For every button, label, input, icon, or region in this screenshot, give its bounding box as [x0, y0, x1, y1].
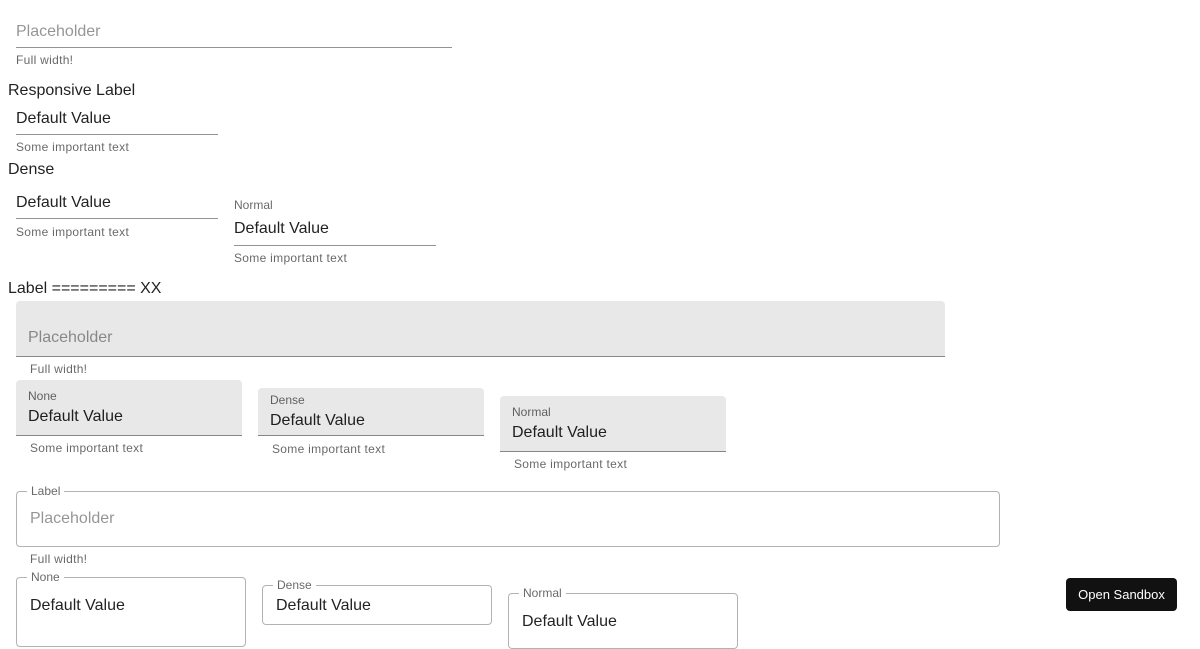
responsive-input-value[interactable]: Default Value [16, 109, 111, 129]
outlined-dense-value[interactable]: Default Value [276, 596, 371, 616]
filled-normal-helper-text: Some important text [514, 457, 628, 471]
filled-none-helper-text: Some important text [30, 441, 144, 455]
underline [234, 245, 436, 246]
filled-normal-text-field[interactable]: Normal Default Value [500, 396, 726, 452]
outlined-dense-label: Dense [273, 578, 316, 592]
open-sandbox-button[interactable]: Open Sandbox [1066, 578, 1177, 611]
outlined-none-text-field[interactable]: None Default Value [16, 570, 246, 647]
dense-input-value[interactable]: Default Value [16, 193, 111, 213]
filled-none-text-field[interactable]: None Default Value [16, 380, 242, 436]
filled-dense-label: Dense [270, 393, 305, 407]
filled-dense-text-field[interactable]: Dense Default Value [258, 388, 484, 436]
outlined-normal-label: Normal [519, 586, 566, 600]
outlined-normal-text-field[interactable]: Normal Default Value [508, 586, 738, 649]
filled-none-label: None [28, 389, 57, 403]
section-label: Label ========= XX [8, 280, 162, 297]
normal-helper-text: Some important text [234, 251, 348, 265]
filled-normal-label: Normal [512, 405, 551, 419]
outlined-full-width-placeholder[interactable]: Placeholder [30, 509, 115, 529]
underline [16, 134, 218, 135]
normal-field-label: Normal [234, 198, 273, 212]
full-width-text-field[interactable]: Placeholder [16, 20, 452, 48]
dense-heading: Dense [8, 161, 55, 178]
outlined-none-value[interactable]: Default Value [30, 596, 125, 616]
filled-full-width-helper-text: Full width! [30, 362, 88, 376]
normal-input-value[interactable]: Default Value [234, 219, 329, 239]
underline [16, 47, 452, 48]
filled-dense-helper-text: Some important text [272, 442, 386, 456]
responsive-label-heading: Responsive Label [8, 82, 136, 99]
responsive-text-field[interactable]: Default Value [16, 107, 218, 135]
full-width-helper-text: Full width! [16, 53, 74, 67]
filled-full-width-placeholder[interactable]: Placeholder [28, 328, 113, 348]
filled-normal-value[interactable]: Default Value [512, 423, 607, 443]
normal-text-field[interactable]: Normal Default Value [234, 197, 436, 246]
outlined-full-width-helper-text: Full width! [30, 552, 88, 566]
outlined-dense-text-field[interactable]: Dense Default Value [262, 578, 492, 625]
outlined-full-width-text-field[interactable]: Label Placeholder [16, 484, 1000, 547]
filled-full-width-text-field[interactable]: Placeholder [16, 301, 945, 357]
dense-helper-text: Some important text [16, 225, 130, 239]
outlined-full-width-label: Label [27, 484, 65, 498]
filled-none-value[interactable]: Default Value [28, 407, 123, 427]
filled-dense-value[interactable]: Default Value [270, 411, 365, 431]
outlined-none-label: None [27, 570, 64, 584]
full-width-placeholder[interactable]: Placeholder [16, 22, 101, 42]
outlined-normal-value[interactable]: Default Value [522, 612, 617, 632]
dense-text-field[interactable]: Default Value [16, 191, 218, 219]
responsive-helper-text: Some important text [16, 140, 130, 154]
underline [16, 218, 218, 219]
